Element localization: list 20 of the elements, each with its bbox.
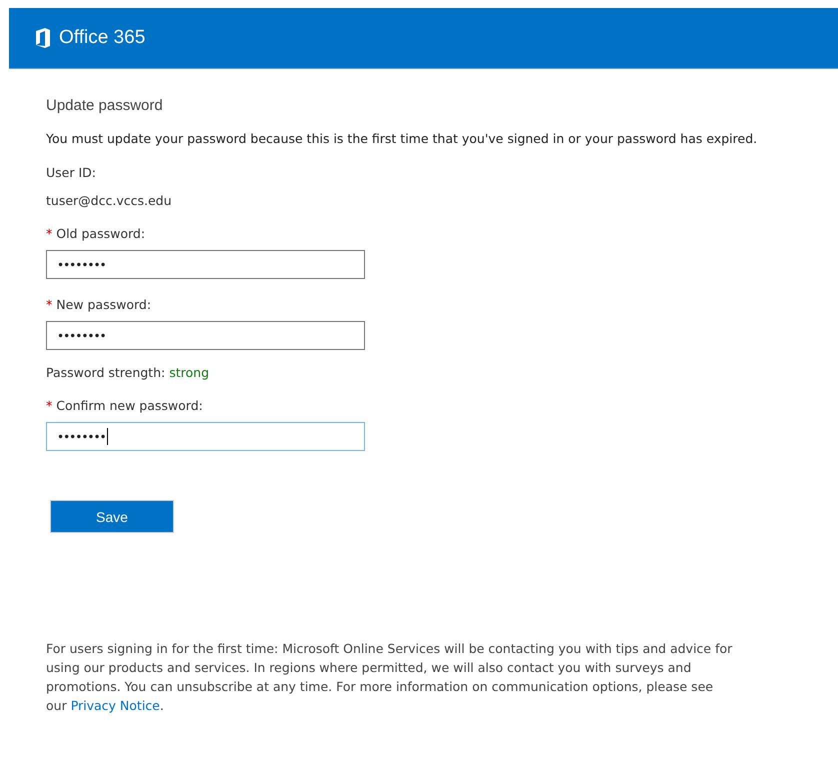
required-mark: *: [46, 226, 52, 241]
user-id-label: User ID:: [46, 165, 97, 180]
page-title: Update password: [46, 97, 164, 114]
strength-label: Password strength:: [46, 365, 166, 380]
footer-notice: For users signing in for the first time: Microsoft Online Services will be contacting you with tips and advice for using our products and services. In regions where permitted, we will also contact you with surveys and promotions. You can unsubscribe at any time. For more information on communication options, please see our Privacy Notice.: [46, 640, 734, 715]
intro-text: You must update your password because this is the first time that you've signed in or your password has expired.: [46, 131, 758, 146]
office-logo-icon: [35, 28, 51, 48]
required-mark: *: [46, 398, 52, 413]
field-label: Confirm new password:: [56, 398, 203, 413]
password-field[interactable]: ••••••••: [46, 321, 365, 350]
field-label: Old password:: [56, 226, 146, 241]
strength-value: strong: [169, 365, 210, 380]
user-id-value: tuser@dcc.vccs.edu: [46, 193, 172, 208]
save-button[interactable]: Save: [50, 500, 174, 533]
required-mark: *: [46, 297, 52, 312]
field-label: New password:: [56, 297, 152, 312]
password-field[interactable]: ••••••••: [46, 250, 365, 279]
header-title: Office 365: [59, 27, 146, 49]
privacy-link[interactable]: Privacy Notice: [70, 698, 160, 713]
password-field[interactable]: ••••••••: [46, 422, 365, 451]
